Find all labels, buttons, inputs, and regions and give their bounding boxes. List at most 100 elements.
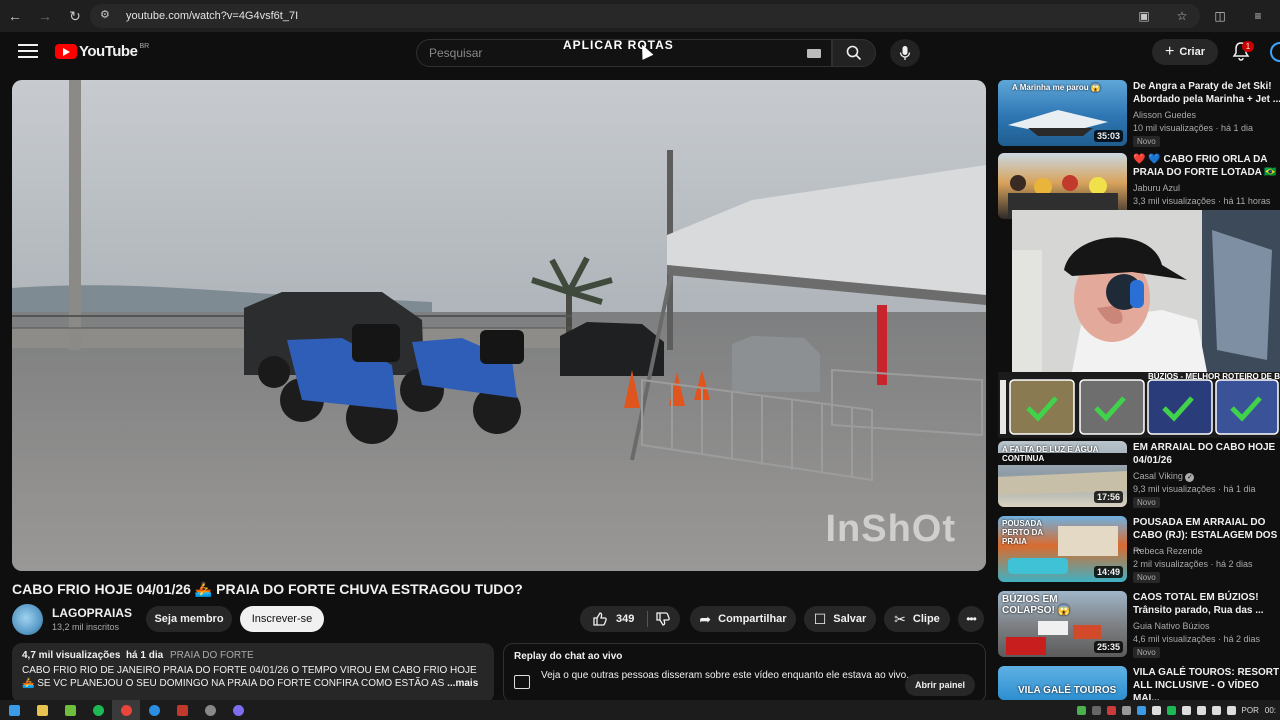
address-bar[interactable]: ⚙ youtube.com/watch?v=4G4vsf6t_7I (90, 4, 1200, 28)
browser-toolbar: ← → ↻ ⚙ youtube.com/watch?v=4G4vsf6t_7I … (0, 0, 1280, 32)
extensions-icon[interactable]: ◫ (1208, 9, 1232, 23)
reload-icon[interactable]: ↻ (60, 0, 90, 32)
thumbs-down-icon (656, 612, 670, 626)
share-button[interactable]: ➦ Compartilhar (690, 606, 796, 632)
thumbnail-text: VILA GALÉ TOUROS (1018, 685, 1117, 696)
create-button[interactable]: + Criar (1152, 39, 1218, 65)
menu-icon[interactable]: ≡ (1246, 9, 1270, 23)
verified-check-icon: ✓ (1185, 473, 1195, 482)
recommendation-title[interactable]: CAOS TOTAL EM BÚZIOS! Trânsito parado, R… (1133, 591, 1280, 617)
tray-app-icon[interactable] (1106, 705, 1116, 715)
recommendation-stats: 4,6 mil visualizações · há 2 dias (1133, 634, 1261, 644)
new-badge: Novo (1133, 647, 1160, 658)
spotify-icon[interactable] (84, 700, 112, 720)
recommendation-thumbnail[interactable]: POUSADA PERTO DA PRAIA 14:49 (998, 516, 1127, 582)
youtube-play-icon (55, 44, 77, 59)
tray-app-icon[interactable] (1121, 705, 1131, 715)
subscribe-button[interactable]: Inscrever-se (240, 606, 324, 632)
recommendation-thumbnail[interactable]: VILA GALÉ TOUROS (998, 666, 1127, 700)
system-tray: POR 00: (1076, 700, 1280, 720)
recommendation-title[interactable]: De Angra a Paraty de Jet Ski! Abordado p… (1133, 80, 1280, 106)
search-button[interactable] (832, 39, 876, 67)
tray-app-icon[interactable] (1076, 705, 1086, 715)
guide-menu-icon[interactable] (18, 44, 38, 60)
microphone-tray-icon[interactable] (1196, 705, 1206, 715)
tray-app-icon[interactable] (1136, 705, 1146, 715)
notification-count-badge: 1 (1242, 41, 1254, 52)
recommendation-thumbnail[interactable]: A FALTA DE LUZ E ÁGUA CONTINUA 17:56 (998, 441, 1127, 507)
video-frame (12, 80, 986, 571)
video-player[interactable]: InShOt (12, 80, 986, 571)
chat-replay-message: Veja o que outras pessoas disseram sobre… (541, 670, 910, 681)
inshot-watermark: InShOt (825, 508, 956, 550)
edge-icon[interactable] (140, 700, 168, 720)
bookmark-star-icon[interactable]: ☆ (1170, 9, 1194, 23)
network-icon[interactable] (1211, 705, 1221, 715)
save-bookmark-icon: ☐ (813, 610, 827, 627)
dislike-button[interactable] (655, 611, 671, 632)
open-panel-button[interactable]: Abrir painel (905, 674, 975, 696)
overlay-cards-art (998, 372, 1280, 438)
file-explorer-icon[interactable] (28, 700, 56, 720)
recommendation-item[interactable]: BÚZIOS EM COLAPSO! 😱 25:35 CAOS TOTAL EM… (998, 591, 1280, 658)
recommendation-channel[interactable]: Jaburu Azul (1133, 183, 1180, 193)
recommendation-title[interactable]: ❤️ 💙 CABO FRIO ORLA DA PRAIA DO FORTE LO… (1133, 153, 1280, 179)
gpu-app-icon[interactable] (56, 700, 84, 720)
recommendation-title[interactable]: EM ARRAIAL DO CABO HOJE 04/01/26 (1133, 441, 1280, 467)
recommendation-stats: 9,3 mil visualizações · há 1 dia (1133, 484, 1256, 494)
recommendation-item[interactable]: VILA GALÉ TOUROS VILA GALÉ TOUROS: RESOR… (998, 666, 1280, 700)
description-box[interactable]: 4,7 mil visualizações há 1 dia PRAIA DO … (12, 643, 494, 703)
chat-replay-panel: Replay do chat ao vivo Veja o que outras… (503, 643, 986, 703)
clip-button[interactable]: ✂ Clipe (884, 606, 950, 632)
description-tag[interactable]: PRAIA DO FORTE (170, 650, 254, 661)
voice-search-button[interactable] (890, 39, 920, 67)
install-app-icon[interactable]: ▣ (1132, 9, 1156, 23)
volume-icon[interactable] (1226, 705, 1236, 715)
forward-icon[interactable]: → (30, 0, 60, 32)
recording-app-icon[interactable] (168, 700, 196, 720)
subscriber-count: 13,2 mil inscritos (52, 622, 120, 632)
chat-icon (514, 675, 530, 689)
recommendation-item[interactable]: A Marinha me parou 😱 35:03 De Angra a Pa… (998, 80, 1280, 147)
country-code: BR (139, 43, 150, 50)
more-actions-button[interactable]: ••• (958, 606, 984, 632)
thumbnail-text: A Marinha me parou 😱 (1012, 83, 1101, 92)
obs-icon[interactable] (196, 700, 224, 720)
recommendation-thumbnail[interactable]: BÚZIOS EM COLAPSO! 😱 25:35 (998, 591, 1127, 657)
recommendation-thumbnail[interactable]: A Marinha me parou 😱 35:03 (998, 80, 1127, 146)
back-icon[interactable]: ← (0, 0, 30, 32)
thumbnail-text: POUSADA PERTO DA PRAIA (1002, 519, 1043, 546)
thumbnail-text: BÚZIOS EM COLAPSO! 😱 (1002, 594, 1071, 616)
recommendation-channel[interactable]: Alisson Guedes (1133, 110, 1196, 120)
like-button[interactable]: 349 (592, 611, 634, 627)
recommendation-title[interactable]: VILA GALÉ TOUROS: RESORT ALL INCLUSIVE -… (1133, 666, 1280, 700)
keyboard-icon[interactable] (807, 49, 821, 58)
show-more-link[interactable]: ...mais (447, 678, 478, 689)
windows-start-icon[interactable] (0, 700, 28, 720)
like-count: 349 (616, 613, 635, 625)
tray-app-icon[interactable] (1091, 705, 1101, 715)
discord-icon[interactable] (224, 700, 252, 720)
youtube-logo[interactable]: YouTube BR (55, 43, 149, 60)
view-count: 4,7 mil visualizações (22, 650, 121, 661)
tray-app-icon[interactable] (1181, 705, 1191, 715)
recommendation-channel[interactable]: Casal Viking ✓ (1133, 471, 1195, 482)
recommendation-item[interactable]: POUSADA PERTO DA PRAIA 14:49 POUSADA EM … (998, 516, 1280, 583)
channel-name[interactable]: LAGOPRAIAS (52, 606, 132, 620)
duration-badge: 14:49 (1093, 566, 1123, 578)
language-indicator[interactable]: POR (1242, 706, 1259, 715)
upload-age: há 1 dia (125, 650, 164, 661)
create-label: Criar (1179, 46, 1206, 58)
new-badge: Novo (1133, 497, 1160, 508)
recommendation-channel[interactable]: Guia Nativo Búzios (1133, 621, 1210, 631)
save-button[interactable]: ☐ Salvar (804, 606, 876, 632)
site-settings-icon[interactable]: ⚙ (100, 8, 116, 24)
tray-app-icon[interactable] (1166, 705, 1176, 715)
clock[interactable]: 00: (1265, 706, 1276, 715)
channel-avatar[interactable] (12, 604, 43, 635)
tray-app-icon[interactable] (1151, 705, 1161, 715)
recommendation-channel[interactable]: Rebeca Rezende (1133, 546, 1203, 556)
chrome-icon[interactable] (112, 700, 140, 720)
join-button[interactable]: Seja membro (146, 606, 232, 632)
recommendation-item[interactable]: A FALTA DE LUZ E ÁGUA CONTINUA 17:56 EM … (998, 441, 1280, 508)
